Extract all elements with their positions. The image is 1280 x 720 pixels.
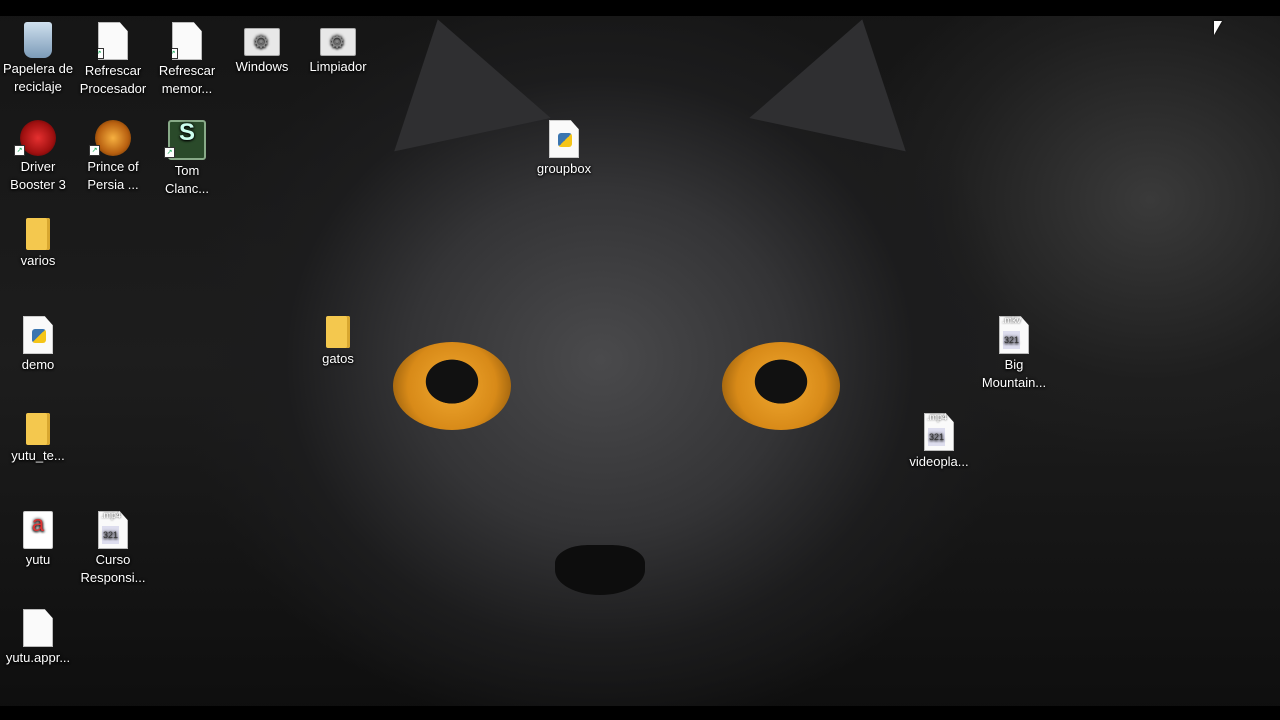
- desktop-icon-tom-clancy[interactable]: ↗ Tom Clanc...: [149, 120, 225, 198]
- top-letterbox: [0, 0, 1280, 16]
- folder-icon: [326, 316, 350, 348]
- desktop-icon-yutu[interactable]: yutu: [0, 511, 76, 569]
- desktop-icon-prince-of-persia[interactable]: ↗ Prince of Persia ...: [75, 120, 151, 194]
- bottom-letterbox: [0, 706, 1280, 720]
- cat-eye-right: [722, 342, 840, 430]
- desktop-icon-refrescar-memoria[interactable]: ↗ Refrescar memor...: [149, 22, 225, 98]
- folder-icon: [26, 413, 50, 445]
- desktop-icon-windows[interactable]: Windows: [224, 22, 300, 76]
- desktop-icon-refrescar-procesador[interactable]: ↗ Refrescar Procesador: [75, 22, 151, 98]
- desktop-icon-varios[interactable]: varios: [0, 218, 76, 270]
- python-file-icon: [549, 120, 579, 158]
- driver-booster-icon: ↗: [14, 120, 56, 156]
- file-shortcut-icon: ↗: [98, 22, 128, 60]
- desktop-icon-gatos[interactable]: gatos: [300, 316, 376, 368]
- desktop-icon-big-mountain[interactable]: .mkv Big Mountain...: [976, 316, 1052, 392]
- script-shortcut-icon: ↗: [172, 22, 202, 60]
- desktop-icon-yutu-appr[interactable]: yutu.appr...: [0, 609, 76, 667]
- settings-file-icon: [320, 28, 356, 56]
- video-file-icon: .mp4: [98, 511, 128, 549]
- cat-ear-right: [749, 0, 931, 152]
- desktop-icon-driver-booster[interactable]: ↗ Driver Booster 3: [0, 120, 76, 194]
- python-file-icon: [23, 316, 53, 354]
- desktop-icon-groupbox[interactable]: groupbox: [526, 120, 602, 178]
- recycle-bin-icon: [24, 22, 52, 58]
- tom-clancy-game-icon: ↗: [164, 120, 206, 160]
- folder-icon: [26, 218, 50, 250]
- desktop-icon-recycle-bin[interactable]: Papelera de reciclaje: [0, 22, 76, 96]
- desktop-icon-demo[interactable]: demo: [0, 316, 76, 374]
- settings-file-icon: [244, 28, 280, 56]
- video-file-icon: .mkv: [999, 316, 1029, 354]
- cat-ear-left: [369, 0, 551, 152]
- video-file-icon: .mp4: [924, 413, 954, 451]
- blank-file-icon: [23, 609, 53, 647]
- cat-nose: [555, 545, 645, 595]
- desktop-icon-curso-responsive[interactable]: .mp4 Curso Responsi...: [75, 511, 151, 587]
- cat-eye-left: [393, 342, 511, 430]
- desktop-icon-videoplayer[interactable]: .mp4 videopla...: [901, 413, 977, 471]
- desktop-background[interactable]: Papelera de reciclaje ↗ Refrescar Proces…: [0, 0, 1280, 720]
- app-file-icon: [23, 511, 53, 549]
- desktop-icon-limpiador[interactable]: Limpiador: [300, 22, 376, 76]
- desktop-icon-yutu-te[interactable]: yutu_te...: [0, 413, 76, 465]
- mouse-cursor-icon: [1214, 21, 1222, 35]
- prince-of-persia-icon: ↗: [89, 120, 131, 156]
